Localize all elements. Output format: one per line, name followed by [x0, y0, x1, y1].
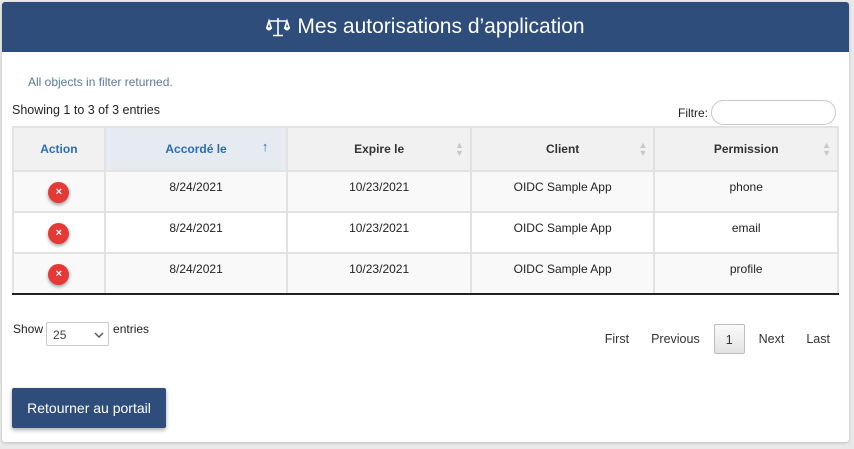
page-length-control: Show 25 entries — [13, 322, 149, 346]
table-row: × 8/24/2021 10/23/2021 OIDC Sample App p… — [12, 252, 839, 295]
sort-both-icon: ▲ ▼ — [822, 140, 831, 158]
client-cell: OIDC Sample App — [469, 170, 656, 213]
table-header-row: Action Accordé le ↑ Expire le ▲ ▼ Client … — [12, 126, 839, 172]
pagination-first[interactable]: First — [594, 324, 640, 354]
granted-cell: 8/24/2021 — [103, 211, 289, 254]
pagination-last[interactable]: Last — [795, 324, 841, 354]
sort-ascending-icon: ↑ — [261, 139, 269, 154]
column-header-expires[interactable]: Expire le ▲ ▼ — [286, 126, 472, 172]
page-title: Mes autorisations d’application — [297, 15, 585, 38]
expires-cell: 10/23/2021 — [286, 252, 472, 295]
back-to-portal-button[interactable]: Retourner au portail — [12, 388, 166, 428]
delete-icon[interactable]: × — [48, 264, 70, 285]
permission-cell: phone — [653, 170, 839, 213]
length-suffix: entries — [113, 322, 150, 336]
permission-cell: email — [653, 211, 839, 254]
sort-both-icon: ▲ ▼ — [454, 140, 464, 158]
column-header-permission[interactable]: Permission ▲ ▼ — [653, 126, 839, 172]
pagination: First Previous 1 Next Last — [594, 324, 841, 354]
column-header-action: Action — [12, 126, 106, 172]
table-row: × 8/24/2021 10/23/2021 OIDC Sample App p… — [12, 170, 839, 213]
expires-cell: 10/23/2021 — [286, 170, 472, 213]
filter-label: Filtre: — [678, 105, 708, 120]
client-cell: OIDC Sample App — [469, 252, 656, 295]
expires-cell: 10/23/2021 — [286, 211, 472, 254]
scale-icon — [266, 16, 291, 38]
column-header-client[interactable]: Client ▲ ▼ — [469, 126, 656, 172]
authorizations-table: Action Accordé le ↑ Expire le ▲ ▼ Client … — [12, 126, 839, 295]
delete-icon[interactable]: × — [48, 223, 70, 244]
action-cell: × — [12, 211, 106, 254]
page-length-select[interactable]: 25 — [46, 322, 110, 346]
filter-info-message: All objects in filter returned. — [28, 75, 173, 89]
column-header-granted[interactable]: Accordé le ↑ — [103, 126, 289, 172]
page-length-value: 25 — [53, 328, 67, 342]
permission-cell: profile — [653, 252, 839, 295]
page-header: Mes autorisations d’application — [2, 2, 849, 52]
entries-info: Showing 1 to 3 of 3 entries — [12, 103, 161, 117]
client-cell: OIDC Sample App — [469, 211, 656, 254]
filter-input[interactable] — [711, 100, 836, 125]
table-row: × 8/24/2021 10/23/2021 OIDC Sample App e… — [12, 211, 839, 254]
granted-cell: 8/24/2021 — [103, 252, 289, 295]
length-prefix: Show — [13, 322, 44, 336]
action-cell: × — [12, 252, 106, 295]
authorizations-card: Mes autorisations d’application All obje… — [2, 2, 849, 442]
filter-control: Filtre: — [678, 100, 836, 125]
sort-both-icon: ▲ ▼ — [638, 140, 648, 158]
action-cell: × — [12, 170, 106, 213]
delete-icon[interactable]: × — [48, 182, 70, 203]
pagination-next[interactable]: Next — [748, 324, 796, 354]
granted-cell: 8/24/2021 — [103, 170, 289, 213]
chevron-down-icon — [94, 329, 104, 339]
pagination-previous[interactable]: Previous — [640, 324, 711, 354]
pagination-page-1[interactable]: 1 — [713, 324, 745, 354]
